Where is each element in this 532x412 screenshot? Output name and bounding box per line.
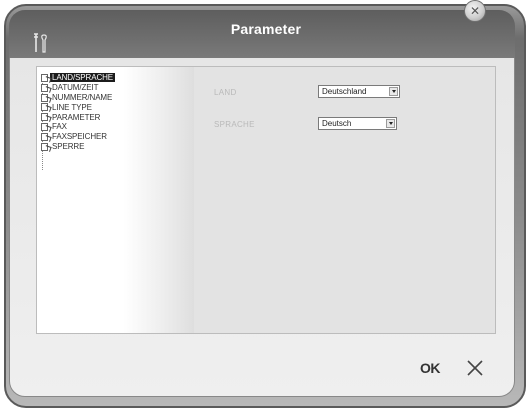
document-icon [41, 132, 48, 141]
document-icon [41, 93, 48, 102]
cancel-button[interactable] [466, 359, 484, 377]
tree-item-nummer-name[interactable]: NUMMER/NAME [38, 93, 115, 103]
tree-item-label: FAX [52, 122, 67, 132]
x-icon [467, 360, 483, 376]
tree-item-label: LAND/SPRACHE [50, 73, 116, 83]
document-icon [41, 103, 48, 112]
document-icon [41, 142, 48, 151]
tree-item-faxspeicher[interactable]: FAXSPEICHER [38, 132, 115, 142]
sprache-select-value: Deutsch [322, 119, 352, 128]
tree-item-fax[interactable]: FAX [38, 122, 115, 132]
tree-item-label: FAXSPEICHER [52, 132, 107, 142]
land-select-value: Deutschland [322, 87, 367, 96]
tree-item-datum-zeit[interactable]: DATUM/ZEIT [38, 83, 115, 93]
land-select[interactable]: Deutschland [318, 85, 400, 98]
tree-item-label: DATUM/ZEIT [52, 83, 99, 93]
tree-item-sperre[interactable]: SPERRE [38, 142, 115, 152]
document-icon [41, 113, 48, 122]
sprache-label: SPRACHE [214, 120, 255, 129]
document-icon [41, 83, 48, 92]
close-button[interactable]: ✕ [464, 0, 486, 22]
tree-item-parameter[interactable]: PARAMETER [38, 112, 115, 122]
tree-item-label: SPERRE [52, 141, 85, 151]
tree-item-label: LINE TYPE [52, 102, 92, 112]
chevron-down-icon[interactable] [389, 87, 398, 96]
settings-tree: LAND/SPRACHE DATUM/ZEIT NUMMER/NAME LINE… [38, 73, 116, 152]
window-title: Parameter [230, 21, 302, 37]
tree-item-land-sprache[interactable]: LAND/SPRACHE [38, 73, 116, 83]
tree-item-label: NUMMER/NAME [52, 92, 113, 102]
ok-button[interactable]: OK [420, 360, 441, 376]
chevron-down-icon[interactable] [386, 119, 395, 128]
close-icon: ✕ [469, 4, 481, 18]
tree-item-label: PARAMETER [52, 112, 101, 122]
land-label: LAND [214, 88, 237, 97]
tree-item-line-type[interactable]: LINE TYPE [38, 102, 115, 112]
document-icon [41, 74, 48, 82]
document-icon [41, 122, 48, 131]
sprache-select[interactable]: Deutsch [318, 117, 397, 130]
